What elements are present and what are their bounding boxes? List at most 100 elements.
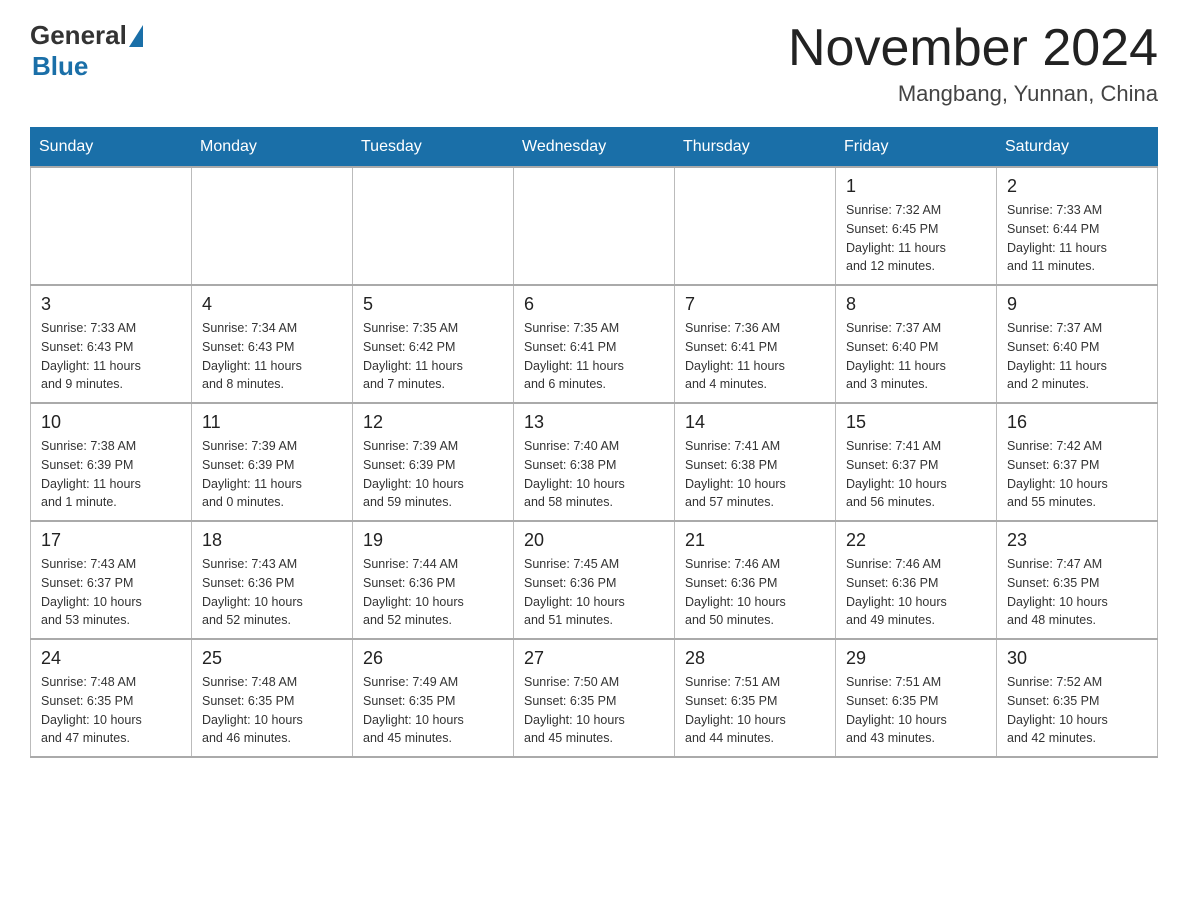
calendar-cell: 11 Sunrise: 7:39 AM Sunset: 6:39 PM Dayli…: [192, 403, 353, 521]
weekday-header-wednesday: Wednesday: [514, 128, 675, 168]
calendar-cell: 7 Sunrise: 7:36 AM Sunset: 6:41 PM Daylig…: [675, 285, 836, 403]
page-header: General Blue November 2024 Mangbang, Yun…: [30, 20, 1158, 107]
calendar-cell: 17 Sunrise: 7:43 AM Sunset: 6:37 PM Dayli…: [31, 521, 192, 639]
day-number: 7: [685, 294, 825, 315]
location-title: Mangbang, Yunnan, China: [788, 81, 1158, 107]
day-info: Sunrise: 7:49 AM Sunset: 6:35 PM Dayligh…: [363, 673, 503, 748]
day-number: 19: [363, 530, 503, 551]
calendar-cell: 5 Sunrise: 7:35 AM Sunset: 6:42 PM Daylig…: [353, 285, 514, 403]
day-number: 8: [846, 294, 986, 315]
day-info: Sunrise: 7:43 AM Sunset: 6:36 PM Dayligh…: [202, 555, 342, 630]
day-info: Sunrise: 7:48 AM Sunset: 6:35 PM Dayligh…: [202, 673, 342, 748]
calendar-cell: 21 Sunrise: 7:46 AM Sunset: 6:36 PM Dayli…: [675, 521, 836, 639]
calendar-cell: 1Sunrise: 7:32 AM Sunset: 6:45 PM Daylig…: [836, 167, 997, 285]
day-number: 2: [1007, 176, 1147, 197]
month-title: November 2024: [788, 20, 1158, 77]
day-info: Sunrise: 7:50 AM Sunset: 6:35 PM Dayligh…: [524, 673, 664, 748]
day-info: Sunrise: 7:35 AM Sunset: 6:41 PM Dayligh…: [524, 319, 664, 394]
day-info: Sunrise: 7:37 AM Sunset: 6:40 PM Dayligh…: [846, 319, 986, 394]
calendar-cell: 24 Sunrise: 7:48 AM Sunset: 6:35 PM Dayli…: [31, 639, 192, 757]
calendar-cell: 25Sunrise: 7:48 AM Sunset: 6:35 PM Dayli…: [192, 639, 353, 757]
calendar-cell: 2 Sunrise: 7:33 AM Sunset: 6:44 PM Daylig…: [997, 167, 1158, 285]
logo-row1: General: [30, 20, 143, 51]
day-info: Sunrise: 7:45 AM Sunset: 6:36 PM Dayligh…: [524, 555, 664, 630]
day-number: 6: [524, 294, 664, 315]
calendar-week-2: 10 Sunrise: 7:38 AM Sunset: 6:39 PM Dayli…: [31, 403, 1158, 521]
day-number: 24: [41, 648, 181, 669]
day-info: Sunrise: 7:32 AM Sunset: 6:45 PM Dayligh…: [846, 201, 986, 276]
day-number: 17: [41, 530, 181, 551]
calendar-cell: 19Sunrise: 7:44 AM Sunset: 6:36 PM Dayli…: [353, 521, 514, 639]
day-info: Sunrise: 7:39 AM Sunset: 6:39 PM Dayligh…: [202, 437, 342, 512]
day-info: Sunrise: 7:40 AM Sunset: 6:38 PM Dayligh…: [524, 437, 664, 512]
day-info: Sunrise: 7:46 AM Sunset: 6:36 PM Dayligh…: [685, 555, 825, 630]
calendar-week-3: 17 Sunrise: 7:43 AM Sunset: 6:37 PM Dayli…: [31, 521, 1158, 639]
calendar-cell: 22Sunrise: 7:46 AM Sunset: 6:36 PM Dayli…: [836, 521, 997, 639]
day-number: 21: [685, 530, 825, 551]
day-info: Sunrise: 7:38 AM Sunset: 6:39 PM Dayligh…: [41, 437, 181, 512]
day-number: 23: [1007, 530, 1147, 551]
day-info: Sunrise: 7:51 AM Sunset: 6:35 PM Dayligh…: [685, 673, 825, 748]
day-number: 20: [524, 530, 664, 551]
day-info: Sunrise: 7:51 AM Sunset: 6:35 PM Dayligh…: [846, 673, 986, 748]
calendar-cell: 16Sunrise: 7:42 AM Sunset: 6:37 PM Dayli…: [997, 403, 1158, 521]
calendar-cell: 28 Sunrise: 7:51 AM Sunset: 6:35 PM Dayli…: [675, 639, 836, 757]
day-info: Sunrise: 7:37 AM Sunset: 6:40 PM Dayligh…: [1007, 319, 1147, 394]
logo-triangle-icon: [129, 25, 143, 47]
day-number: 4: [202, 294, 342, 315]
calendar-cell: 23 Sunrise: 7:47 AM Sunset: 6:35 PM Dayli…: [997, 521, 1158, 639]
weekday-header-thursday: Thursday: [675, 128, 836, 168]
day-info: Sunrise: 7:43 AM Sunset: 6:37 PM Dayligh…: [41, 555, 181, 630]
day-info: Sunrise: 7:47 AM Sunset: 6:35 PM Dayligh…: [1007, 555, 1147, 630]
calendar-cell: 15 Sunrise: 7:41 AM Sunset: 6:37 PM Dayli…: [836, 403, 997, 521]
day-number: 26: [363, 648, 503, 669]
day-number: 13: [524, 412, 664, 433]
day-info: Sunrise: 7:36 AM Sunset: 6:41 PM Dayligh…: [685, 319, 825, 394]
day-info: Sunrise: 7:48 AM Sunset: 6:35 PM Dayligh…: [41, 673, 181, 748]
day-info: Sunrise: 7:42 AM Sunset: 6:37 PM Dayligh…: [1007, 437, 1147, 512]
calendar-week-1: 3 Sunrise: 7:33 AM Sunset: 6:43 PM Daylig…: [31, 285, 1158, 403]
calendar-cell: 26 Sunrise: 7:49 AM Sunset: 6:35 PM Dayli…: [353, 639, 514, 757]
calendar-cell: 29Sunrise: 7:51 AM Sunset: 6:35 PM Dayli…: [836, 639, 997, 757]
calendar-table: SundayMondayTuesdayWednesdayThursdayFrid…: [30, 127, 1158, 758]
day-number: 15: [846, 412, 986, 433]
day-number: 11: [202, 412, 342, 433]
day-info: Sunrise: 7:35 AM Sunset: 6:42 PM Dayligh…: [363, 319, 503, 394]
logo: General Blue: [30, 20, 143, 82]
calendar-cell: [514, 167, 675, 285]
day-number: 5: [363, 294, 503, 315]
calendar-header: SundayMondayTuesdayWednesdayThursdayFrid…: [31, 128, 1158, 168]
day-info: Sunrise: 7:33 AM Sunset: 6:44 PM Dayligh…: [1007, 201, 1147, 276]
day-number: 3: [41, 294, 181, 315]
day-info: Sunrise: 7:52 AM Sunset: 6:35 PM Dayligh…: [1007, 673, 1147, 748]
day-info: Sunrise: 7:33 AM Sunset: 6:43 PM Dayligh…: [41, 319, 181, 394]
logo-general-text: General: [30, 20, 127, 51]
day-number: 18: [202, 530, 342, 551]
weekday-header-friday: Friday: [836, 128, 997, 168]
logo-blue-text: Blue: [32, 51, 143, 82]
day-info: Sunrise: 7:34 AM Sunset: 6:43 PM Dayligh…: [202, 319, 342, 394]
calendar-cell: 9Sunrise: 7:37 AM Sunset: 6:40 PM Daylig…: [997, 285, 1158, 403]
weekday-header-saturday: Saturday: [997, 128, 1158, 168]
calendar-cell: [31, 167, 192, 285]
calendar-week-4: 24 Sunrise: 7:48 AM Sunset: 6:35 PM Dayli…: [31, 639, 1158, 757]
day-number: 14: [685, 412, 825, 433]
calendar-cell: 4 Sunrise: 7:34 AM Sunset: 6:43 PM Daylig…: [192, 285, 353, 403]
day-number: 10: [41, 412, 181, 433]
day-info: Sunrise: 7:39 AM Sunset: 6:39 PM Dayligh…: [363, 437, 503, 512]
weekday-header-monday: Monday: [192, 128, 353, 168]
day-number: 28: [685, 648, 825, 669]
calendar-cell: 6 Sunrise: 7:35 AM Sunset: 6:41 PM Daylig…: [514, 285, 675, 403]
calendar-cell: 8 Sunrise: 7:37 AM Sunset: 6:40 PM Daylig…: [836, 285, 997, 403]
calendar-cell: [675, 167, 836, 285]
calendar-cell: [192, 167, 353, 285]
day-info: Sunrise: 7:41 AM Sunset: 6:38 PM Dayligh…: [685, 437, 825, 512]
calendar-cell: 10 Sunrise: 7:38 AM Sunset: 6:39 PM Dayli…: [31, 403, 192, 521]
calendar-cell: 3 Sunrise: 7:33 AM Sunset: 6:43 PM Daylig…: [31, 285, 192, 403]
day-number: 27: [524, 648, 664, 669]
calendar-cell: 27 Sunrise: 7:50 AM Sunset: 6:35 PM Dayli…: [514, 639, 675, 757]
calendar-body: 1Sunrise: 7:32 AM Sunset: 6:45 PM Daylig…: [31, 167, 1158, 757]
calendar-cell: [353, 167, 514, 285]
day-info: Sunrise: 7:41 AM Sunset: 6:37 PM Dayligh…: [846, 437, 986, 512]
day-number: 22: [846, 530, 986, 551]
